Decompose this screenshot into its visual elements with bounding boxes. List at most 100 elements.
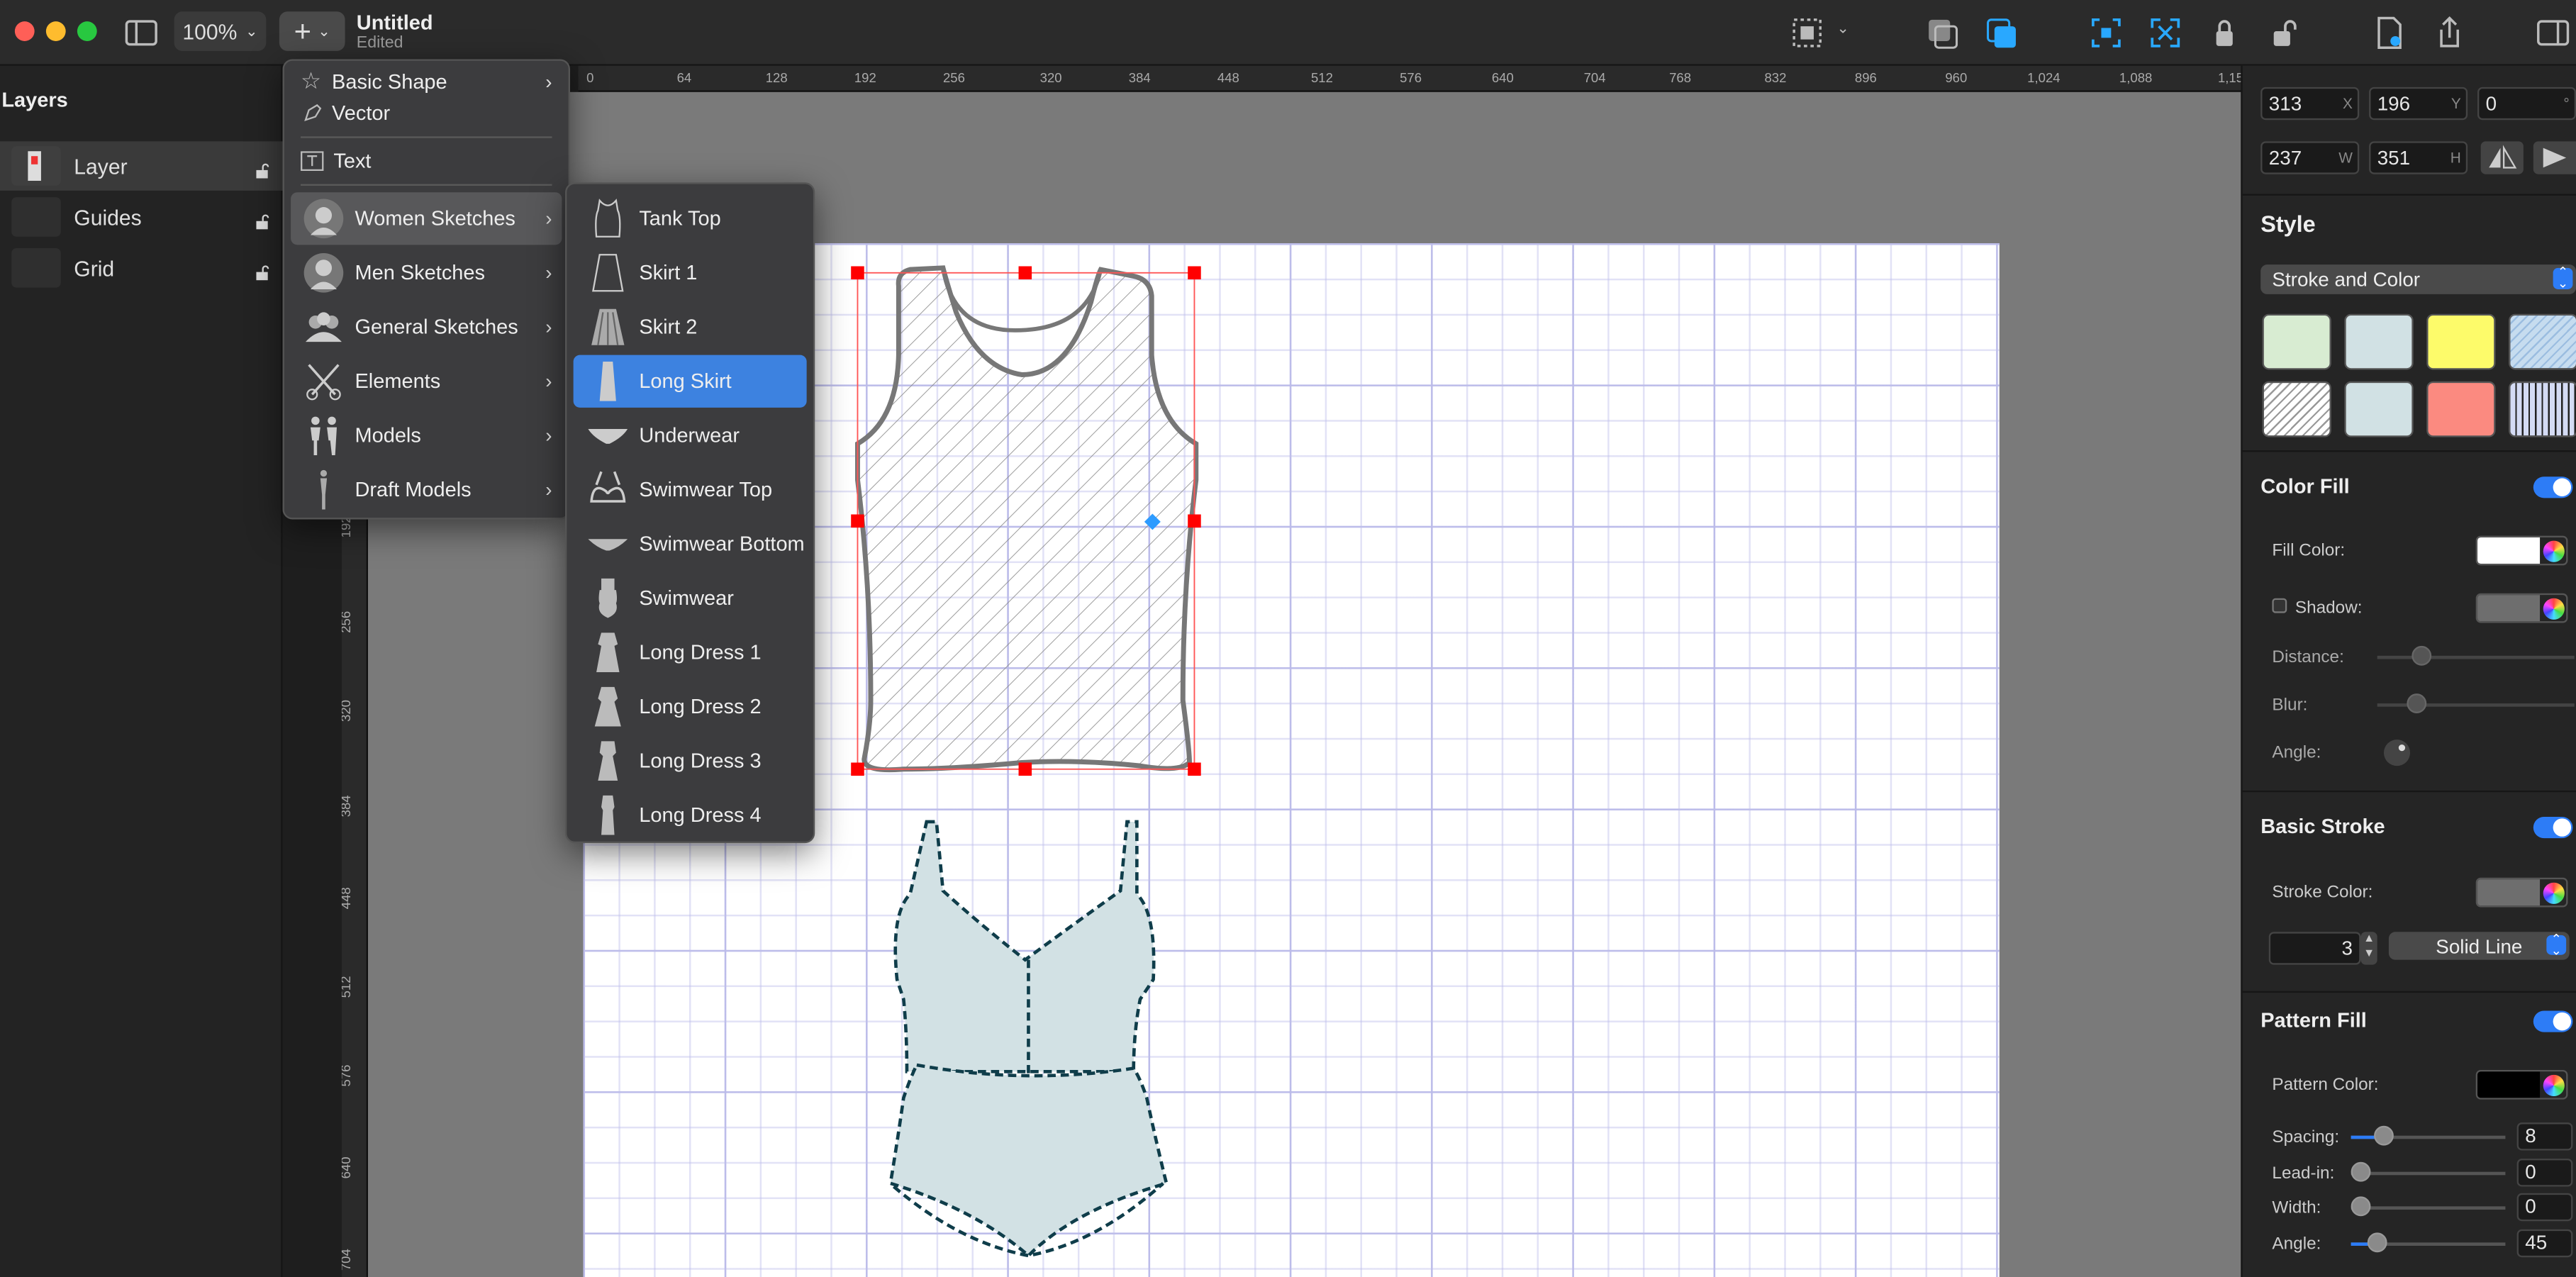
width-suffix: W [2338,149,2353,167]
menu-item-swimwear-bottom[interactable]: Swimwear Bottom [567,518,813,570]
distance-slider-knob[interactable] [2411,645,2432,666]
pattern-fill-toggle[interactable] [2533,1010,2573,1032]
menu-item-long-dress-4[interactable]: Long Dress 4 [567,789,813,842]
angle-dial[interactable] [2383,740,2411,766]
leadin-slider[interactable] [2351,1171,2506,1176]
menu-item-skirt-1[interactable]: Skirt 1 [567,247,813,299]
pattern-color-well[interactable] [2475,1069,2568,1100]
pattern-width-field[interactable]: 0 [2516,1193,2573,1222]
width-field[interactable]: 237 W [2260,141,2360,174]
shadow-checkbox[interactable] [2272,598,2287,613]
close-window-button[interactable] [14,21,35,41]
menu-item-elements[interactable]: Elements › [284,355,569,408]
style-swatch[interactable] [2509,313,2576,370]
menu-item-skirt-2[interactable]: Skirt 2 [567,301,813,353]
leadin-slider-knob[interactable] [2351,1161,2371,1182]
menu-item-long-dress-1[interactable]: Long Dress 1 [567,626,813,679]
menu-item-underwear[interactable]: Underwear [567,409,813,462]
menu-item-long-skirt[interactable]: Long Skirt [573,355,807,408]
unlock-icon[interactable] [255,208,271,230]
stroke-width-field[interactable]: 3 [2268,932,2361,965]
stroke-color-well[interactable] [2475,877,2568,908]
ruler-tick: 960 [1945,70,1968,86]
menu-item-swimwear-top[interactable]: Swimwear Top [567,464,813,516]
lock-icon[interactable] [2204,13,2244,53]
add-button[interactable]: + ⌄ [279,11,345,51]
style-swatch[interactable] [2344,381,2414,437]
menu-item-models[interactable]: Models › [284,409,569,462]
height-value: 351 [2377,146,2411,169]
style-swatch[interactable] [2262,313,2331,370]
stroke-width-stepper[interactable]: ▲ ▼ [2360,932,2377,965]
style-swatch[interactable] [2509,381,2576,437]
menu-item-long-dress-3[interactable]: Long Dress 3 [567,735,813,787]
send-backward-icon[interactable] [1922,13,1962,53]
menu-item-general-sketches[interactable]: General Sketches › [284,301,569,353]
swimwear-shape[interactable] [888,820,1169,1259]
flip-horizontal-button[interactable] [2480,141,2524,174]
menu-item-long-dress-2[interactable]: Long Dress 2 [567,681,813,733]
fit-selection-icon[interactable] [2087,13,2126,53]
style-swatch[interactable] [2344,313,2414,370]
pattern-width-slider[interactable] [2351,1206,2506,1210]
bring-forward-icon[interactable] [1981,13,2021,53]
flip-vertical-button[interactable] [2533,141,2576,174]
style-swatch[interactable] [2426,313,2496,370]
ruler-tick: 768 [1669,70,1692,86]
unlock-icon[interactable] [255,158,271,179]
inspector-toggle-icon[interactable] [2533,13,2573,53]
minimize-window-button[interactable] [45,21,66,41]
menu-item-women-sketches[interactable]: Women Sketches › [291,192,562,245]
distance-slider[interactable] [2377,655,2575,659]
menu-item-text[interactable]: Text [284,140,569,182]
sidebar-toggle-icon[interactable] [121,13,161,53]
style-swatch[interactable] [2426,381,2496,437]
pattern-width-slider-knob[interactable] [2351,1196,2371,1217]
menu-item-swimwear[interactable]: Swimwear [567,572,813,625]
unlock-icon[interactable] [255,260,271,281]
menu-item-men-sketches[interactable]: Men Sketches › [284,247,569,299]
pattern-angle-field[interactable]: 45 [2516,1229,2573,1258]
flip-icon [2489,145,2517,169]
y-field[interactable]: 196 Y [2369,87,2468,121]
share-icon[interactable] [2430,13,2470,53]
artboard-icon[interactable] [1788,13,1827,53]
swimwear-bottom-icon [586,523,629,565]
color-fill-toggle[interactable] [2533,476,2573,498]
menu-label: Elements [355,369,441,393]
style-swatch[interactable] [2262,381,2331,437]
leadin-field[interactable]: 0 [2516,1159,2573,1187]
zoom-dropdown[interactable]: 100% ⌄ [174,11,267,51]
menu-item-vector[interactable]: Vector [284,92,569,135]
spacing-slider-knob[interactable] [2374,1125,2394,1146]
fill-color-well[interactable] [2475,535,2568,566]
zoom-window-button[interactable] [77,21,97,41]
shadow-color-well[interactable] [2475,593,2568,623]
layer-row-layer[interactable]: Layer [0,141,283,191]
rotation-field[interactable]: 0 ° [2477,87,2576,121]
chevron-down-icon[interactable]: ⌄ [1836,20,1849,38]
inspector-separator [2242,450,2576,452]
ruler-tick: 384 [1128,70,1151,86]
document-settings-icon[interactable] [2369,13,2409,53]
stroke-width-value: 3 [2341,937,2353,960]
unlock-icon[interactable] [2264,13,2304,53]
models-icon [302,414,345,457]
chevron-right-icon: › [545,369,552,393]
x-field[interactable]: 313 X [2260,87,2360,121]
layer-row-grid[interactable]: Grid [0,243,283,293]
height-field[interactable]: 351 H [2369,141,2468,174]
line-style-select[interactable]: Solid Line ⌃ ⌄ [2388,932,2570,960]
basic-stroke-toggle[interactable] [2533,816,2573,839]
fit-all-icon[interactable] [2146,13,2185,53]
layer-row-guides[interactable]: Guides [0,192,283,242]
tank-top-shape[interactable] [854,265,1199,773]
blur-slider-knob[interactable] [2407,693,2427,713]
long-dress-icon [586,686,629,728]
menu-item-draft-models[interactable]: Draft Models › [284,464,569,516]
spacing-field[interactable]: 8 [2516,1122,2573,1151]
pattern-angle-slider-knob[interactable] [2367,1232,2387,1253]
menu-label: Draft Models [355,478,472,501]
style-select[interactable]: Stroke and Color ⌃ ⌄ [2260,264,2576,294]
menu-item-tank-top[interactable]: Tank Top [567,192,813,245]
